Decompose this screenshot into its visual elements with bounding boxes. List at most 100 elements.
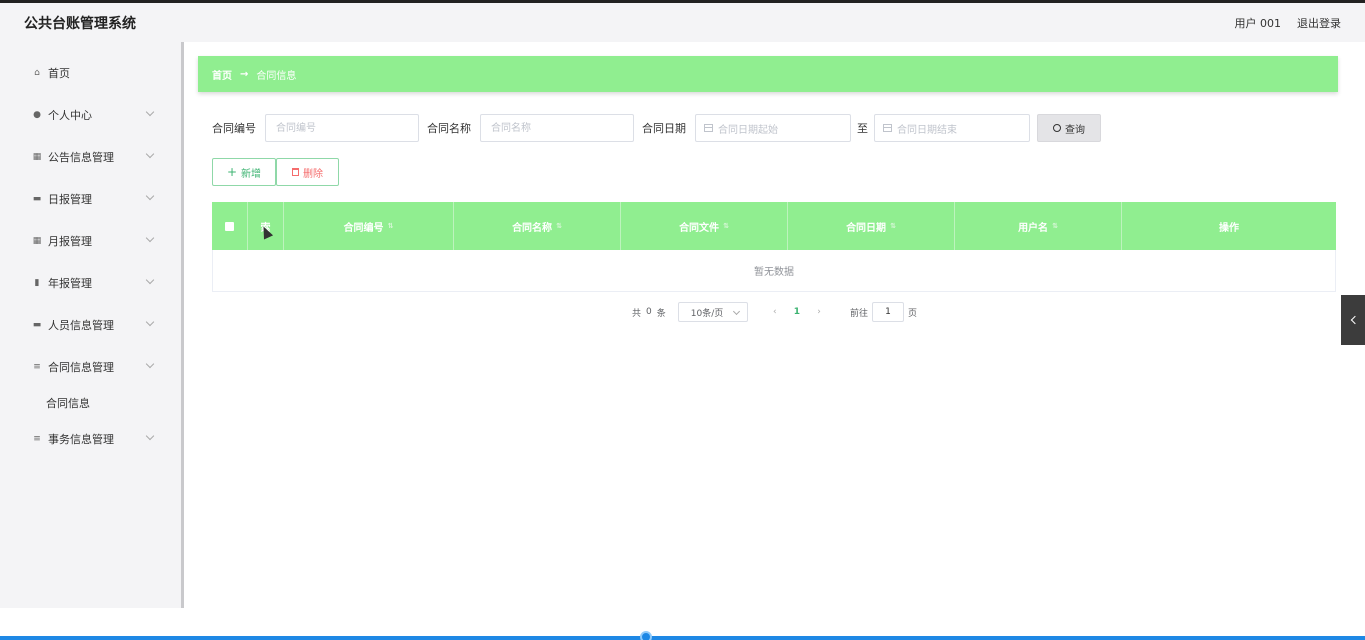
progress-line	[0, 636, 1365, 640]
breadcrumb-home[interactable]: 首页	[212, 67, 232, 82]
contract-name-input[interactable]	[480, 114, 634, 142]
collapse-panel-tab[interactable]	[1341, 295, 1365, 345]
prev-page-icon[interactable]: ‹	[768, 307, 782, 317]
page-jumper: 前往 页	[850, 302, 917, 322]
list-icon: ≡	[33, 434, 41, 444]
date-end-placeholder: 合同日期结束	[897, 124, 957, 136]
pagination: 共 0 条 10条/页 ‹ 1 › 前往 页	[632, 302, 917, 322]
sidebar-item-label: 首页	[48, 67, 70, 80]
clipboard-icon: ▮	[34, 278, 40, 288]
sidebar-item-monthly-report[interactable]: ▦ 月报管理	[0, 220, 181, 262]
chevron-down-icon	[145, 107, 155, 117]
column-header-label: 合同文件	[679, 222, 720, 234]
page-size-select[interactable]: 10条/页	[677, 302, 748, 322]
column-header-contract-name[interactable]: 合同名称 ⇅	[454, 202, 621, 250]
contract-no-label: 合同编号	[212, 122, 256, 135]
chevron-down-icon	[145, 431, 155, 441]
column-header-label: 操作	[1219, 222, 1239, 234]
add-button-label: 新增	[241, 168, 262, 180]
chevron-down-icon	[145, 149, 155, 159]
sort-icon[interactable]: ⇅	[556, 222, 562, 230]
progress-handle[interactable]	[640, 631, 652, 640]
breadcrumb: 首页 → 合同信息	[198, 56, 1338, 92]
main-content: 首页 → 合同信息 合同编号 合同名称 合同日期 合同日期起始 至 合同日期结束…	[184, 42, 1365, 636]
sidebar-item-home[interactable]: ⌂ 首页	[0, 52, 181, 94]
chevron-left-icon	[1350, 315, 1359, 325]
query-button-label: 查询	[1065, 124, 1085, 136]
add-button[interactable]: + 新增	[212, 158, 276, 186]
calendar-icon	[704, 124, 713, 132]
sidebar-item-label: 月报管理	[48, 235, 92, 248]
sidebar: ⌂ 首页 ● 个人中心 ▦ 公告信息管理 ▬ 日报管理 ▦ 月报管理 ▮ 年报管…	[0, 42, 184, 608]
select-all-checkbox[interactable]	[225, 221, 234, 231]
user-icon: ●	[33, 110, 41, 120]
header-actions: 用户 001 退出登录	[1235, 15, 1342, 31]
query-button[interactable]: 查询	[1037, 114, 1101, 142]
sidebar-item-annual-report[interactable]: ▮ 年报管理	[0, 262, 181, 304]
chevron-down-icon	[145, 275, 155, 285]
sort-icon[interactable]: ⇅	[388, 222, 394, 230]
sidebar-item-personal-center[interactable]: ● 个人中心	[0, 94, 181, 136]
contract-date-label: 合同日期	[642, 122, 686, 135]
search-form: 合同编号 合同名称 合同日期 合同日期起始 至 合同日期结束 查询	[212, 114, 1101, 142]
column-header-label: 合同编号	[343, 222, 384, 234]
home-icon: ⌂	[34, 68, 40, 78]
date-range-separator: 至	[857, 122, 868, 135]
monitor-icon: ▬	[32, 320, 42, 330]
chevron-down-icon	[145, 233, 155, 243]
sidebar-item-label: 日报管理	[48, 193, 92, 206]
top-bar: 公共台账管理系统 用户 001 退出登录	[0, 0, 1365, 42]
sidebar-item-personnel[interactable]: ▬ 人员信息管理	[0, 304, 181, 346]
calendar-icon	[883, 124, 892, 132]
briefcase-icon: ▬	[32, 194, 42, 204]
sidebar-item-label: 合同信息管理	[48, 361, 114, 374]
date-start-input[interactable]: 合同日期起始	[695, 114, 851, 142]
page-size-value: 10条/页	[690, 308, 724, 319]
sort-icon[interactable]: ⇅	[1052, 222, 1058, 230]
column-header-username[interactable]: 用户名 ⇅	[955, 202, 1122, 250]
app-title: 公共台账管理系统	[24, 15, 136, 32]
table-header: 索 合同编号 ⇅ 合同名称 ⇅ 合同文件 ⇅ 合同日期 ⇅ 用户名 ⇅ 操作	[212, 202, 1336, 250]
user-label[interactable]: 用户 001	[1235, 15, 1282, 31]
sidebar-item-label: 个人中心	[48, 109, 92, 122]
logout-link[interactable]: 退出登录	[1297, 15, 1341, 31]
column-header-contract-date[interactable]: 合同日期 ⇅	[788, 202, 955, 250]
sidebar-item-notice-management[interactable]: ▦ 公告信息管理	[0, 136, 181, 178]
column-header-actions: 操作	[1122, 202, 1336, 250]
column-header-label: 合同名称	[512, 222, 553, 234]
contract-table: 索 合同编号 ⇅ 合同名称 ⇅ 合同文件 ⇅ 合同日期 ⇅ 用户名 ⇅ 操作 暂…	[212, 202, 1336, 292]
goto-label: 前往	[850, 308, 869, 319]
arrow-right-icon: →	[240, 68, 249, 80]
page-number[interactable]: 1	[794, 307, 800, 317]
date-start-placeholder: 合同日期起始	[718, 124, 778, 136]
contract-no-input[interactable]	[265, 114, 419, 142]
sort-icon[interactable]: ⇅	[723, 222, 729, 230]
search-icon	[1053, 124, 1061, 132]
column-header-contract-file[interactable]: 合同文件 ⇅	[621, 202, 788, 250]
next-page-icon[interactable]: ›	[812, 307, 826, 317]
plus-icon: +	[226, 165, 238, 179]
sidebar-item-label: 人员信息管理	[48, 319, 114, 332]
sidebar-subitem-contract-info[interactable]: 合同信息	[0, 388, 181, 418]
grid-icon: ▦	[32, 152, 42, 162]
page-suffix: 页	[908, 308, 918, 319]
column-header-label: 用户名	[1018, 222, 1049, 234]
goto-page-input[interactable]	[872, 302, 905, 322]
delete-button[interactable]: 删除	[276, 158, 339, 186]
date-end-input[interactable]: 合同日期结束	[874, 114, 1030, 142]
column-header-label: 合同日期	[846, 222, 887, 234]
table-empty-state: 暂无数据	[212, 250, 1336, 292]
delete-button-label: 删除	[303, 168, 323, 180]
grid-icon: ▦	[32, 236, 42, 246]
sidebar-item-affairs[interactable]: ≡ 事务信息管理	[0, 418, 181, 460]
column-header-contract-no[interactable]: 合同编号 ⇅	[284, 202, 454, 250]
breadcrumb-current: 合同信息	[256, 70, 297, 82]
select-all-header	[212, 202, 248, 250]
chevron-down-icon	[145, 191, 155, 201]
sidebar-item-contract-management[interactable]: ≡ 合同信息管理	[0, 346, 181, 388]
contract-name-label: 合同名称	[427, 122, 471, 135]
sidebar-item-daily-report[interactable]: ▬ 日报管理	[0, 178, 181, 220]
list-icon: ≡	[33, 362, 41, 372]
chevron-down-icon	[145, 317, 155, 327]
sort-icon[interactable]: ⇅	[890, 222, 896, 230]
